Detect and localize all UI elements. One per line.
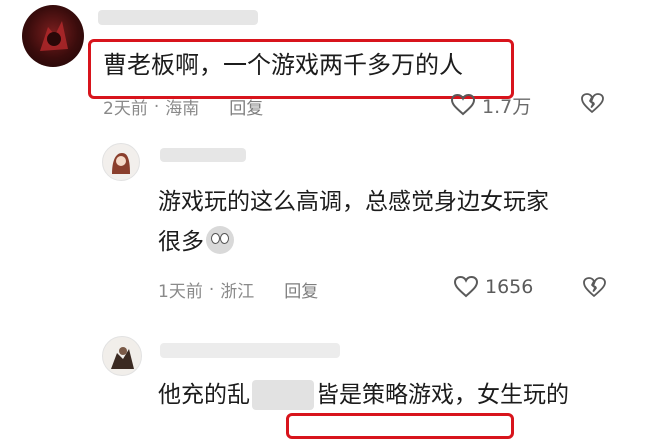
heart-outline-icon <box>450 93 476 116</box>
comment-time: 1天前 <box>158 282 203 302</box>
avatar-figure <box>111 347 134 369</box>
comment-text-1: 曹老板啊，一个游戏两千多万的人 <box>103 51 463 79</box>
reply-button[interactable]: 回复 <box>229 94 263 119</box>
username-redacted-2 <box>160 148 246 162</box>
dislike-button-1[interactable] <box>580 92 604 114</box>
avatar-figure <box>112 153 130 174</box>
comment-meta-1: 2天前 · 海南 回复 <box>103 94 263 120</box>
comment-location: 海南 <box>165 99 200 119</box>
avatar-figure <box>40 21 68 51</box>
comment-text-3-part-1: 他充的乱 <box>158 382 250 408</box>
broken-heart-icon <box>583 277 606 297</box>
comment-text-2-line-1: 游戏玩的这么高调，总感觉身边女玩家 <box>158 189 549 215</box>
comment-text-3-part-2: 皆是策略游戏，女生玩的 <box>316 382 569 408</box>
avatar-commenter-2[interactable] <box>102 143 140 181</box>
comment-highlight-box-3 <box>286 413 514 439</box>
comment-location: 浙江 <box>220 282 255 302</box>
username-redacted-3 <box>160 343 340 358</box>
like-button-1[interactable]: 1.7万 <box>450 90 531 120</box>
meta-separator: · <box>153 96 160 117</box>
dislike-button-2[interactable] <box>582 276 606 298</box>
like-button-2[interactable]: 1656 <box>453 272 533 302</box>
like-count: 1.7万 <box>482 95 532 118</box>
broken-heart-icon <box>581 93 604 113</box>
avatar-commenter-1[interactable] <box>22 5 84 67</box>
reply-button[interactable]: 回复 <box>284 277 318 302</box>
comment-time: 2天前 <box>103 99 148 119</box>
comment-text-3: 他充的乱 皆是策略游戏，女生玩的 <box>158 378 569 412</box>
meta-separator: · <box>208 279 215 300</box>
username-redacted-1 <box>98 10 258 25</box>
heart-outline-icon <box>453 275 479 298</box>
avatar-commenter-3[interactable] <box>102 336 142 376</box>
comment-text-2: 游戏玩的这么高调，总感觉身边女玩家 很多 <box>158 182 549 262</box>
emoji-icon <box>206 226 234 254</box>
comment-meta-2: 1天前 · 浙江 回复 <box>158 277 318 303</box>
text-redacted-block <box>252 380 314 410</box>
comment-text-2-line-2: 很多 <box>158 222 549 262</box>
like-count: 1656 <box>485 276 534 298</box>
comment-text-2-line-2-text: 很多 <box>158 229 204 255</box>
